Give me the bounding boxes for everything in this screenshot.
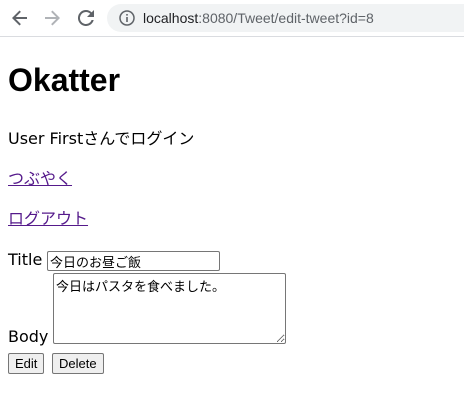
info-icon[interactable] xyxy=(119,10,135,26)
body-textarea[interactable]: 今日はパスタを食べました。 xyxy=(53,273,286,344)
tweet-link[interactable]: つぶやく xyxy=(8,168,72,190)
body-label: Body xyxy=(8,327,49,346)
reload-button[interactable] xyxy=(74,6,98,30)
back-button[interactable] xyxy=(8,6,32,30)
browser-toolbar: localhost:8080/Tweet/edit-tweet?id=8 xyxy=(0,0,464,37)
logout-link[interactable]: ログアウト xyxy=(8,208,88,230)
login-status: User Firstさんでログイン xyxy=(8,129,195,148)
page-content: Okatter User Firstさんでログイン つぶやく ログアウト Tit… xyxy=(8,37,464,416)
forward-arrow-icon xyxy=(45,10,60,26)
url-host: localhost xyxy=(143,10,199,26)
reload-icon xyxy=(78,10,94,26)
edit-button[interactable]: Edit xyxy=(8,353,45,374)
delete-button[interactable]: Delete xyxy=(52,353,104,374)
forward-button[interactable] xyxy=(40,6,64,30)
back-arrow-icon xyxy=(12,10,27,26)
url-text: localhost:8080/Tweet/edit-tweet?id=8 xyxy=(143,10,374,26)
url-path: :8080/Tweet/edit-tweet?id=8 xyxy=(198,10,374,26)
title-input[interactable] xyxy=(47,251,220,271)
page-title: Okatter xyxy=(8,62,121,98)
title-label: Title xyxy=(8,250,43,269)
address-bar[interactable]: localhost:8080/Tweet/edit-tweet?id=8 xyxy=(107,4,464,32)
